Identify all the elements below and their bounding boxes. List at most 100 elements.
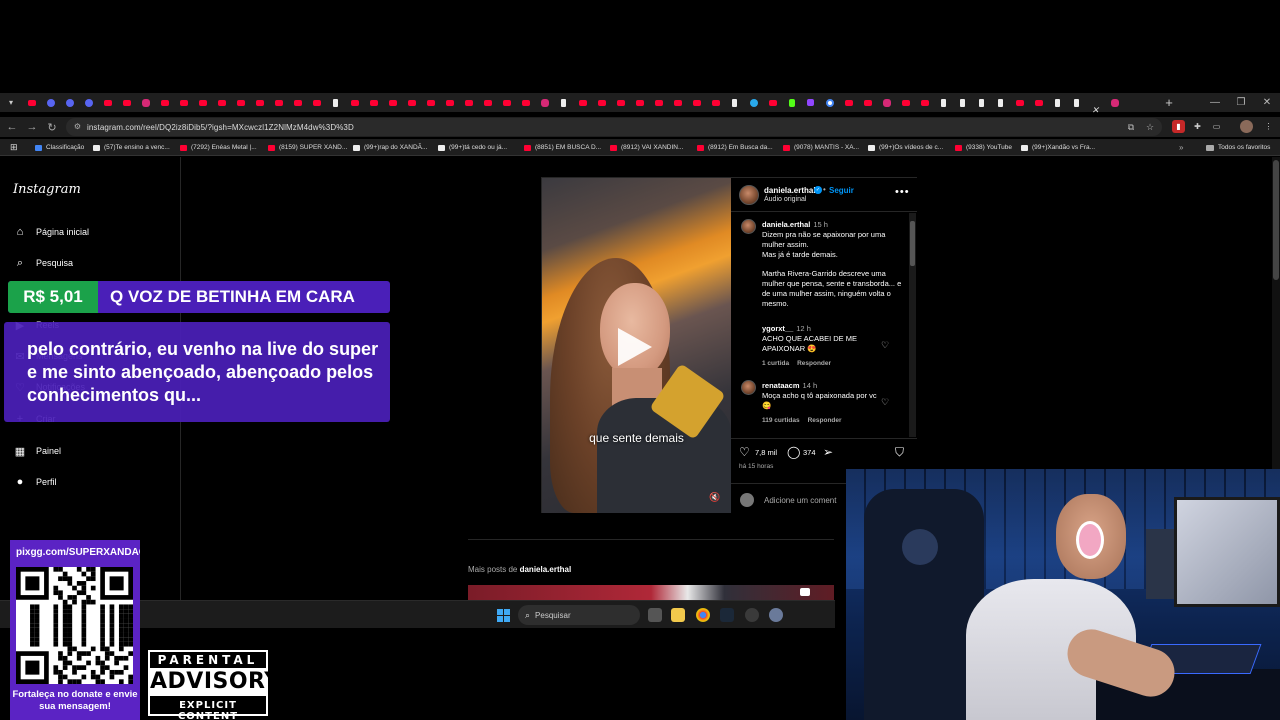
like-icon[interactable]: ♡ bbox=[739, 445, 750, 459]
comment-username[interactable]: ygorxt__ 12 h bbox=[762, 324, 811, 333]
bookmark-item[interactable]: (99+)Xandão vs Fra... bbox=[1021, 139, 1095, 156]
settings-icon[interactable] bbox=[769, 608, 783, 622]
more-options-icon[interactable]: ••• bbox=[895, 186, 910, 198]
browser-tab[interactable] bbox=[174, 93, 193, 112]
browser-tab[interactable] bbox=[1067, 93, 1086, 112]
windows-start-icon[interactable] bbox=[497, 609, 510, 622]
browser-tab[interactable] bbox=[288, 93, 307, 112]
bookmark-item[interactable]: (8912) VAI XANDIN... bbox=[610, 139, 683, 156]
follow-button[interactable]: Seguir bbox=[829, 186, 854, 195]
browser-tab[interactable] bbox=[516, 93, 535, 112]
bookmark-item[interactable]: (7292) Enéas Metal |... bbox=[180, 139, 257, 156]
browser-tab[interactable] bbox=[668, 93, 687, 112]
browser-tab[interactable] bbox=[212, 93, 231, 112]
bookmark-star-icon[interactable]: ☆ bbox=[1143, 120, 1157, 134]
sidebar-item-7[interactable]: ▦ Painel bbox=[13, 441, 61, 461]
browser-tab[interactable] bbox=[326, 93, 345, 112]
browser-tab[interactable] bbox=[725, 93, 744, 112]
browser-tab[interactable] bbox=[440, 93, 459, 112]
author-username[interactable]: daniela.erthal bbox=[764, 186, 816, 195]
page-scroll-thumb[interactable] bbox=[1273, 160, 1279, 280]
window-close-icon[interactable]: ✕ bbox=[1254, 93, 1280, 112]
apps-grid-icon[interactable]: ⊞ bbox=[10, 139, 18, 156]
taskbar-search[interactable]: ⌕ Pesquisar bbox=[518, 605, 640, 625]
like-comment-icon[interactable]: ♡ bbox=[881, 397, 889, 408]
browser-tab[interactable] bbox=[1029, 93, 1048, 112]
bookmark-item[interactable]: (9078) MANTIS - XA... bbox=[783, 139, 859, 156]
steam-icon[interactable] bbox=[720, 608, 734, 622]
bookmark-item[interactable]: (99+)rap do XANDÃ... bbox=[353, 139, 427, 156]
browser-tab[interactable] bbox=[269, 93, 288, 112]
reload-icon[interactable]: ↻ bbox=[42, 117, 62, 137]
emoji-icon[interactable] bbox=[740, 493, 754, 507]
play-icon[interactable] bbox=[618, 328, 652, 366]
browser-tab[interactable] bbox=[421, 93, 440, 112]
sidebar-item-1[interactable]: ⌕ Pesquisa bbox=[13, 253, 73, 273]
like-count[interactable]: 7,8 mil bbox=[755, 448, 777, 457]
browser-tab[interactable] bbox=[79, 93, 98, 112]
new-tab-button[interactable]: + bbox=[1160, 93, 1178, 112]
browser-tab[interactable] bbox=[231, 93, 250, 112]
forward-icon[interactable]: → bbox=[22, 117, 42, 137]
browser-tab[interactable] bbox=[744, 93, 763, 112]
browser-tab[interactable] bbox=[991, 93, 1010, 112]
browser-tab[interactable] bbox=[1048, 93, 1067, 112]
browser-tab[interactable] bbox=[459, 93, 478, 112]
browser-tab[interactable] bbox=[22, 93, 41, 112]
extensions-puzzle-icon[interactable]: ✚ bbox=[1191, 120, 1204, 133]
chrome-icon[interactable] bbox=[696, 608, 710, 622]
site-info-icon[interactable]: ⚙ bbox=[72, 121, 83, 132]
browser-tab[interactable] bbox=[972, 93, 991, 112]
bookmark-item[interactable]: (8851) EM BUSCA D... bbox=[524, 139, 601, 156]
browser-tab[interactable] bbox=[782, 93, 801, 112]
browser-tab[interactable] bbox=[592, 93, 611, 112]
comment-icon[interactable]: ◯ bbox=[787, 445, 800, 459]
all-bookmarks-folder[interactable]: Todos os favoritos bbox=[1206, 139, 1270, 156]
browser-tab[interactable] bbox=[839, 93, 858, 112]
bookmark-item[interactable]: (99+)Os vídeos de c... bbox=[868, 139, 943, 156]
browser-tab[interactable] bbox=[364, 93, 383, 112]
browser-tab[interactable] bbox=[953, 93, 972, 112]
extension-icon[interactable]: ▮ bbox=[1172, 120, 1185, 133]
browser-tab[interactable] bbox=[630, 93, 649, 112]
browser-tab[interactable] bbox=[1105, 93, 1124, 112]
reply-button[interactable]: Responder bbox=[808, 417, 842, 424]
browser-tab[interactable] bbox=[535, 93, 554, 112]
browser-tab[interactable] bbox=[193, 93, 212, 112]
caption-username[interactable]: daniela.erthal 15 h bbox=[762, 220, 828, 229]
browser-tab[interactable] bbox=[801, 93, 820, 112]
browser-tab[interactable] bbox=[896, 93, 915, 112]
browser-tab[interactable] bbox=[136, 93, 155, 112]
sidepanel-icon[interactable]: ▭ bbox=[1210, 120, 1223, 133]
browser-tab[interactable] bbox=[915, 93, 934, 112]
browser-tab[interactable] bbox=[497, 93, 516, 112]
caption-avatar[interactable] bbox=[741, 219, 756, 234]
comment-likes[interactable]: 119 curtidas bbox=[762, 417, 800, 424]
bookmarks-overflow-icon[interactable]: » bbox=[1179, 139, 1183, 156]
share-icon[interactable]: ➢ bbox=[823, 445, 833, 459]
mute-icon[interactable]: 🔇 bbox=[709, 491, 721, 503]
browser-tab[interactable] bbox=[307, 93, 326, 112]
browser-tab[interactable] bbox=[402, 93, 421, 112]
browser-tab[interactable] bbox=[250, 93, 269, 112]
like-comment-icon[interactable]: ♡ bbox=[881, 340, 889, 351]
url-text[interactable]: instagram.com/reel/DQ2iz8iDib5/?igsh=MXc… bbox=[87, 123, 354, 132]
browser-tab[interactable] bbox=[60, 93, 79, 112]
more-posts-grid[interactable] bbox=[468, 585, 834, 600]
browser-tab[interactable] bbox=[1086, 93, 1105, 112]
browser-tab[interactable] bbox=[763, 93, 782, 112]
comment-likes[interactable]: 1 curtida bbox=[762, 360, 789, 367]
browser-tab[interactable] bbox=[877, 93, 896, 112]
instagram-logo[interactable]: Instagram bbox=[13, 182, 81, 197]
browser-tab[interactable] bbox=[383, 93, 402, 112]
browser-tab[interactable] bbox=[117, 93, 136, 112]
bookmark-item[interactable]: (9338) YouTube bbox=[955, 139, 1012, 156]
bookmark-item[interactable]: (99+)tá cedo ou já... bbox=[438, 139, 507, 156]
minimize-icon[interactable]: — bbox=[1202, 93, 1228, 112]
profile-avatar[interactable] bbox=[1240, 120, 1253, 133]
comment-input[interactable]: Adicione um coment bbox=[764, 496, 836, 505]
browser-tab[interactable] bbox=[611, 93, 630, 112]
sidebar-item-0[interactable]: ⌂ Página inicial bbox=[13, 222, 89, 242]
obs-icon[interactable] bbox=[745, 608, 759, 622]
comment-username[interactable]: renataacm 14 h bbox=[762, 381, 817, 390]
